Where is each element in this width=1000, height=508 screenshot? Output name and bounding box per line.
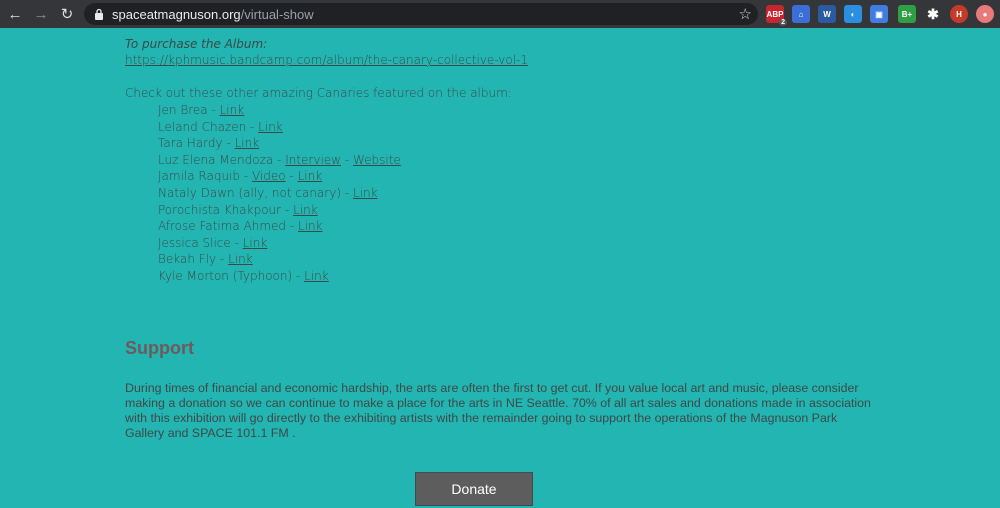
- canary-name: Jamila Raquib -: [158, 169, 252, 184]
- canary-link-link[interactable]: Link: [228, 252, 253, 266]
- canary-name: Porochista Khakpour -: [158, 202, 294, 217]
- page-content: To purchase the Album: https://kphmusic.…: [0, 28, 1000, 508]
- canary-name: Tara Hardy -: [158, 136, 235, 151]
- blue-square-extension-icon[interactable]: ▣: [870, 5, 888, 23]
- browser-toolbar: ← → ↻ spaceatmagnuson.org/virtual-show ☆…: [0, 0, 1000, 28]
- support-heading: Support: [125, 338, 194, 358]
- forward-icon[interactable]: →: [30, 3, 52, 25]
- canary-link-link[interactable]: Link: [235, 136, 260, 150]
- canaries-intro: Check out these other amazing Canaries f…: [125, 86, 512, 100]
- pink-extension-icon[interactable]: ●: [976, 5, 994, 23]
- canary-name: Nataly Dawn (ally, not canary) -: [158, 185, 353, 200]
- bookmark-star-icon[interactable]: ☆: [739, 5, 752, 23]
- canary-name: Bekah Fly -: [158, 252, 229, 267]
- canary-name: Jessica Slice -: [158, 235, 243, 250]
- link-separator: -: [285, 169, 298, 184]
- list-item: Afrose Fatima Ahmed - Link: [158, 218, 401, 235]
- canary-link-link[interactable]: Link: [220, 103, 245, 117]
- canary-video-link[interactable]: Video: [252, 169, 286, 183]
- list-item: Porochista Khakpour - Link: [158, 202, 401, 219]
- canary-link-link[interactable]: Link: [293, 203, 318, 217]
- canary-name: Jen Brea -: [158, 103, 220, 117]
- bplus-extension-icon[interactable]: B+: [898, 5, 916, 23]
- list-item: Jamila Raquib - Video - Link: [158, 168, 401, 185]
- list-item: Leland Chazen - Link: [158, 119, 401, 136]
- list-item: Tara Hardy - Link: [158, 135, 401, 152]
- canary-link-link[interactable]: Link: [353, 186, 378, 200]
- address-bar[interactable]: spaceatmagnuson.org/virtual-show ☆: [84, 3, 758, 25]
- adblock-extension-icon[interactable]: ABP 2: [766, 5, 787, 26]
- list-item: Jessica Slice - Link: [158, 235, 401, 252]
- reload-icon[interactable]: ↻: [56, 3, 78, 25]
- canary-link-link[interactable]: Link: [258, 120, 283, 134]
- list-item: Jen Brea - Link: [158, 102, 401, 119]
- canary-link-link[interactable]: Link: [304, 269, 329, 283]
- list-item: Luz Elena Mendoza - Interview - Website: [158, 152, 401, 169]
- canary-list: Jen Brea - Link Leland Chazen - Link Tara …: [158, 102, 401, 285]
- list-item: Kyle Morton (Typhoon) - Link: [158, 268, 401, 285]
- donate-button[interactable]: Donate: [415, 472, 533, 506]
- lock-icon: [95, 8, 103, 20]
- canary-link-link[interactable]: Link: [298, 169, 323, 183]
- puzzle-extension-icon[interactable]: ✱: [924, 5, 942, 23]
- canary-website-link[interactable]: Website: [353, 153, 401, 167]
- list-item: Nataly Dawn (ally, not canary) - Link: [158, 185, 401, 202]
- link-separator: -: [341, 152, 353, 167]
- canary-name: Luz Elena Mendoza -: [158, 152, 286, 167]
- canary-name: Afrose Fatima Ahmed -: [158, 219, 298, 234]
- profile-extension-icon[interactable]: H: [950, 5, 968, 23]
- url-path: /virtual-show: [240, 6, 314, 22]
- list-item: Bekah Fly - Link: [158, 251, 401, 268]
- canary-interview-link[interactable]: Interview: [285, 153, 341, 167]
- canary-name: Kyle Morton (Typhoon) -: [158, 268, 305, 283]
- purchase-label: To purchase the Album:: [125, 37, 268, 51]
- back-icon[interactable]: ←: [4, 3, 26, 25]
- canary-name: Leland Chazen -: [158, 119, 259, 134]
- url-domain: spaceatmagnuson.org: [112, 6, 241, 22]
- url-text: spaceatmagnuson.org/virtual-show: [112, 7, 314, 22]
- wordcounter-extension-icon[interactable]: W: [818, 5, 836, 23]
- support-paragraph: During times of financial and economic h…: [125, 381, 871, 440]
- canary-link-link[interactable]: Link: [243, 236, 268, 250]
- extension-badge: 2: [779, 19, 787, 26]
- bandcamp-link[interactable]: https://kphmusic.bandcamp.com/album/the-…: [125, 53, 528, 67]
- circle-extension-icon[interactable]: ◐: [844, 5, 862, 23]
- bank-extension-icon[interactable]: ⌂: [792, 5, 810, 23]
- canary-link-link[interactable]: Link: [298, 219, 323, 233]
